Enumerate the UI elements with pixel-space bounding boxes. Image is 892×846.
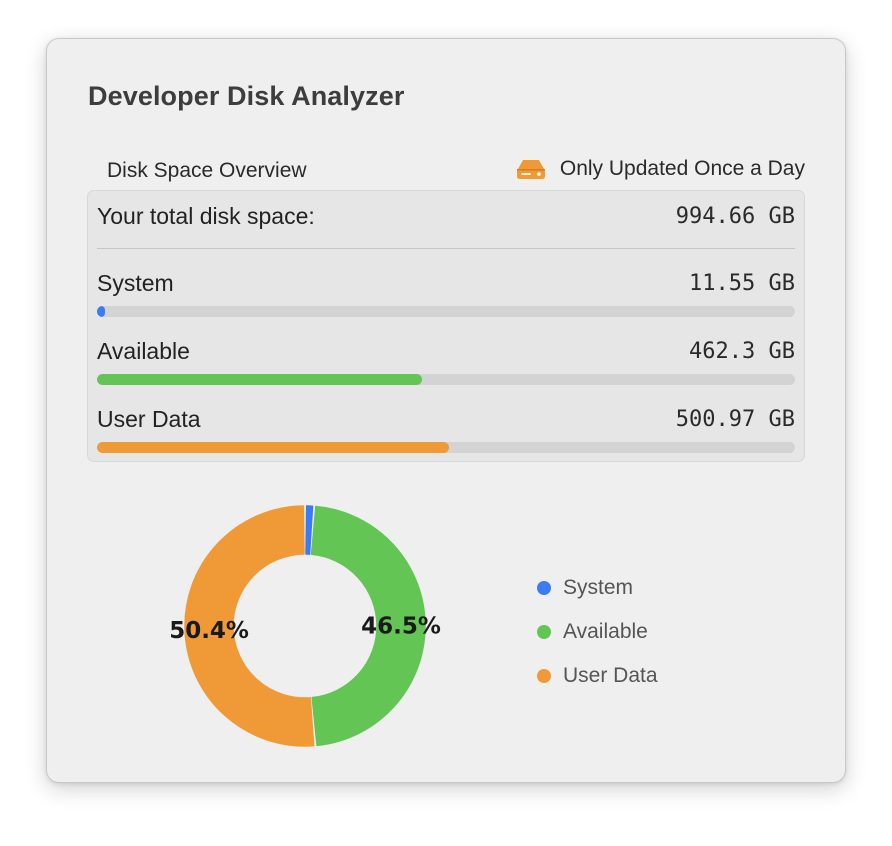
user-data-usage-fill — [97, 442, 449, 453]
hard-drive-icon — [516, 160, 545, 179]
user-data-label: User Data — [97, 406, 201, 432]
update-note-label: Only Updated Once a Day — [559, 157, 805, 180]
legend-item-available: Available — [537, 610, 658, 654]
user-data-row: User Data 500.97 GB — [97, 406, 795, 433]
system-usage-fill — [97, 306, 106, 317]
disk-analyzer-window: Developer Disk Analyzer Disk Space Overv… — [46, 38, 846, 783]
legend-label: User Data — [563, 664, 658, 687]
total-disk-space-value: 994.66 GB — [675, 204, 795, 229]
legend-item-user-data: User Data — [537, 654, 658, 698]
system-value: 11.55 GB — [689, 271, 795, 296]
legend-dot-icon — [537, 669, 551, 683]
system-usage-bar — [97, 306, 795, 317]
legend-dot-icon — [537, 581, 551, 595]
total-divider — [97, 248, 795, 249]
user-data-value: 500.97 GB — [675, 407, 795, 432]
total-disk-space-row: Your total disk space: 994.66 GB — [97, 203, 795, 230]
chart-legend: System Available User Data — [537, 566, 658, 698]
available-usage-fill — [97, 374, 422, 385]
donut-label-user-data: 50.4% — [169, 618, 249, 644]
available-label: Available — [97, 338, 190, 364]
user-data-usage-bar — [97, 442, 795, 453]
available-row: Available 462.3 GB — [97, 338, 795, 365]
disk-space-overview-header: Disk Space Overview — [107, 159, 307, 182]
legend-label: System — [563, 576, 634, 599]
legend-label: Available — [563, 620, 648, 643]
total-disk-space-label: Your total disk space: — [97, 203, 315, 229]
window-title: Developer Disk Analyzer — [88, 81, 405, 111]
system-row: System 11.55 GB — [97, 270, 795, 297]
update-frequency-note: Only Updated Once a Day — [516, 157, 805, 181]
disk-usage-donut-chart: 46.5% 50.4% — [169, 505, 441, 747]
available-value: 462.3 GB — [689, 339, 795, 364]
system-label: System — [97, 270, 174, 296]
available-usage-bar — [97, 374, 795, 385]
donut-label-available: 46.5% — [361, 614, 441, 640]
legend-dot-icon — [537, 625, 551, 639]
legend-item-system: System — [537, 566, 658, 610]
disk-usage-panel: Your total disk space: 994.66 GB System … — [87, 190, 805, 462]
